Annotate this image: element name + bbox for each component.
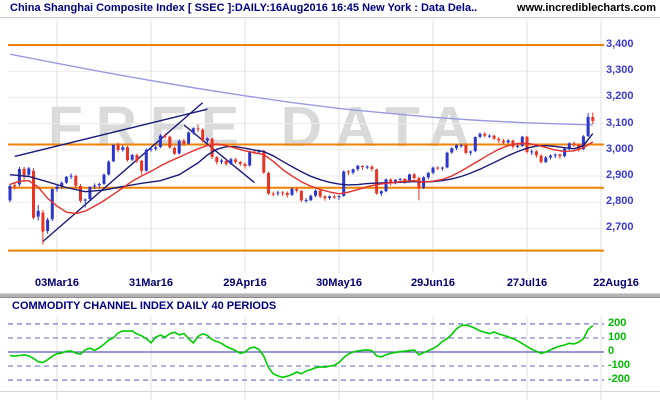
price-axis-label: 2,800 (606, 195, 656, 207)
date-axis-label: 29Apr16 (223, 277, 266, 289)
date-axis-label: 27Jul16 (507, 277, 547, 289)
date-axis-label: 30May16 (316, 277, 362, 289)
cci-axis-label: 100 (608, 331, 658, 343)
panel-separator[interactable] (0, 293, 660, 298)
cci-axis-label: -100 (608, 359, 658, 371)
cci-bottom-border (0, 391, 660, 392)
date-axis-label: 22Aug16 (593, 277, 639, 289)
price-axis-label: 2,700 (606, 221, 656, 233)
price-axis-label: 2,900 (606, 169, 656, 181)
cci-panel-title: COMMODITY CHANNEL INDEX DAILY 40 PERIODS (12, 300, 276, 312)
price-axis-label: 3,100 (606, 117, 656, 129)
price-axis-label: 3,300 (606, 64, 656, 76)
price-axis-label: 3,400 (606, 38, 656, 50)
cci-axis-label: -200 (608, 373, 658, 385)
chart-application: China Shanghai Composite Index [ SSEC ]:… (0, 0, 660, 400)
cci-axis-label: 0 (608, 345, 658, 357)
date-axis-label: 03Mar16 (35, 277, 79, 289)
date-axis-label: 29Jun16 (411, 277, 455, 289)
price-axis-label: 3,200 (606, 90, 656, 102)
price-and-cci-chart-surface[interactable] (0, 0, 660, 400)
price-axis-label: 3,000 (606, 143, 656, 155)
cci-axis-label: 200 (608, 317, 658, 329)
date-axis-label: 31Mar16 (129, 277, 173, 289)
